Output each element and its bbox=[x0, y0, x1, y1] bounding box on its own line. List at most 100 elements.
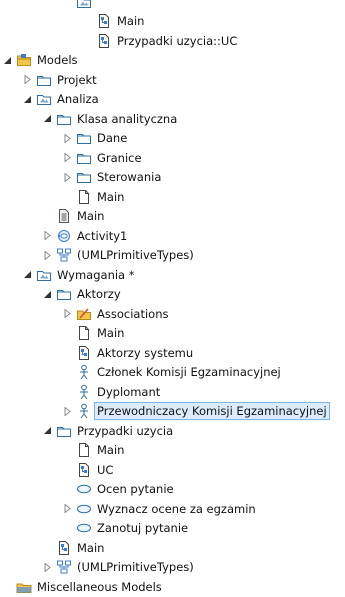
tree-item-main[interactable]: Main bbox=[0, 441, 345, 461]
tree-item-item[interactable] bbox=[0, 0, 345, 12]
tree-item-label: Granice bbox=[97, 150, 142, 165]
tree-item-main[interactable]: Main bbox=[0, 324, 345, 344]
tree-item-main[interactable]: Main bbox=[0, 538, 345, 558]
diagram-icon bbox=[76, 325, 92, 341]
tree-item-label: Associations bbox=[97, 306, 169, 321]
tree-item-granice[interactable]: Granice bbox=[0, 148, 345, 168]
tree-item-ocen-pytanie[interactable]: Ocen pytanie bbox=[0, 480, 345, 500]
diagram-icon bbox=[76, 189, 92, 205]
expanded-arrow-icon[interactable] bbox=[42, 113, 53, 124]
package-icon bbox=[56, 423, 72, 439]
tree-item-main[interactable]: Main bbox=[0, 207, 345, 227]
tree-item-main[interactable]: Main bbox=[0, 12, 345, 32]
diagram-class-icon bbox=[96, 13, 112, 29]
actor-icon bbox=[76, 384, 92, 400]
tree-item-main[interactable]: Main bbox=[0, 187, 345, 207]
tree-item-label: Main bbox=[77, 209, 105, 224]
use-case-icon bbox=[76, 501, 92, 517]
tree-item-klasa-analityczna[interactable]: Klasa analityczna bbox=[0, 109, 345, 129]
tree-item-aktorzy-systemu[interactable]: Aktorzy systemu bbox=[0, 343, 345, 363]
tree-item-label: Analiza bbox=[57, 92, 99, 107]
misc-folder-icon bbox=[16, 579, 32, 595]
tree-item-label: Przypadki uzycia bbox=[77, 423, 174, 438]
collapsed-arrow-icon[interactable] bbox=[42, 230, 53, 241]
expanded-arrow-icon[interactable] bbox=[42, 425, 53, 436]
tree-item-dane[interactable]: Dane bbox=[0, 129, 345, 149]
associations-folder-icon bbox=[76, 306, 92, 322]
expanded-arrow-icon[interactable] bbox=[42, 289, 53, 300]
collapsed-arrow-icon[interactable] bbox=[62, 308, 73, 319]
collapsed-arrow-icon[interactable] bbox=[42, 562, 53, 573]
expanded-arrow-icon[interactable] bbox=[22, 94, 33, 105]
tree-item-label: (UMLPrimitiveTypes) bbox=[77, 248, 194, 263]
tree-item-label: Zanotuj pytanie bbox=[97, 521, 189, 536]
models-folder-icon bbox=[16, 52, 32, 68]
tree-item-cz-onek-komisji-egzaminacyjnej[interactable]: Członek Komisji Egzaminacyjnej bbox=[0, 363, 345, 383]
diagram-class-icon bbox=[76, 345, 92, 361]
package-icon bbox=[76, 130, 92, 146]
expanded-arrow-icon[interactable] bbox=[2, 55, 13, 66]
tree-item-projekt[interactable]: Projekt bbox=[0, 70, 345, 90]
tree-item-label: Dane bbox=[97, 131, 128, 146]
tree-item-label: Activity1 bbox=[77, 228, 128, 243]
tree-item-label: Wyznacz ocene za egzamin bbox=[97, 501, 256, 516]
tree-item-label: Dyplomant bbox=[97, 384, 161, 399]
primitive-types-icon bbox=[56, 559, 72, 575]
tree-item-wymagania[interactable]: Wymagania * bbox=[0, 265, 345, 285]
tree-item-uc[interactable]: UC bbox=[0, 460, 345, 480]
tree-item-label: Klasa analityczna bbox=[77, 111, 178, 126]
diagram-icon bbox=[76, 442, 92, 458]
collapsed-arrow-icon[interactable] bbox=[62, 152, 73, 163]
collapsed-arrow-icon[interactable] bbox=[62, 172, 73, 183]
diagram-class-icon bbox=[76, 462, 92, 478]
collapsed-arrow-icon[interactable] bbox=[22, 74, 33, 85]
tree-item-przypadki-uzycia-uc[interactable]: Przypadki uzycia::UC bbox=[0, 31, 345, 51]
tree-item-zanotuj-pytanie[interactable]: Zanotuj pytanie bbox=[0, 519, 345, 539]
tree-item-przypadki-uzycia[interactable]: Przypadki uzycia bbox=[0, 421, 345, 441]
tree-item-label: Wymagania * bbox=[57, 267, 135, 282]
tree-item-label: Miscellaneous Models bbox=[37, 579, 162, 594]
collapsed-arrow-icon[interactable] bbox=[62, 406, 73, 417]
model-icon bbox=[36, 267, 52, 283]
package-icon bbox=[76, 150, 92, 166]
document-icon bbox=[56, 208, 72, 224]
tree-item-label: Ocen pytanie bbox=[97, 482, 174, 497]
collapsed-arrow-icon[interactable] bbox=[62, 503, 73, 514]
use-case-icon bbox=[76, 520, 92, 536]
diagram-class-icon bbox=[96, 33, 112, 49]
package-icon bbox=[76, 169, 92, 185]
tree-item-label: Main bbox=[117, 14, 145, 29]
package-icon bbox=[36, 72, 52, 88]
expanded-arrow-icon[interactable] bbox=[22, 269, 33, 280]
activity-icon bbox=[56, 228, 72, 244]
tree-item-wyznacz-ocene-za-egzamin[interactable]: Wyznacz ocene za egzamin bbox=[0, 499, 345, 519]
collapsed-arrow-icon[interactable] bbox=[42, 250, 53, 261]
use-case-icon bbox=[76, 481, 92, 497]
tree-item-miscellaneous-models[interactable]: Miscellaneous Models bbox=[0, 577, 345, 597]
tree-item-przewodniczacy-komisji-egzaminacyjnej[interactable]: Przewodniczacy Komisji Egzaminacyjnej bbox=[0, 402, 345, 422]
tree-item-activity1[interactable]: Activity1 bbox=[0, 226, 345, 246]
tree-item-dyplomant[interactable]: Dyplomant bbox=[0, 382, 345, 402]
tree-item-label: Członek Komisji Egzaminacyjnej bbox=[97, 365, 281, 380]
tree-item-sterowania[interactable]: Sterowania bbox=[0, 168, 345, 188]
tree-item-umlprimitivetypes[interactable]: (UMLPrimitiveTypes) bbox=[0, 246, 345, 266]
tree-item-label: Main bbox=[77, 540, 105, 555]
tree-item-models[interactable]: Models bbox=[0, 51, 345, 71]
tree-item-label: Projekt bbox=[57, 72, 97, 87]
tree-item-umlprimitivetypes[interactable]: (UMLPrimitiveTypes) bbox=[0, 558, 345, 578]
tree-item-analiza[interactable]: Analiza bbox=[0, 90, 345, 110]
tree-item-associations[interactable]: Associations bbox=[0, 304, 345, 324]
tree-item-aktorzy[interactable]: Aktorzy bbox=[0, 285, 345, 305]
tree-item-label: Main bbox=[97, 326, 125, 341]
collapsed-arrow-icon[interactable] bbox=[62, 133, 73, 144]
tree-item-label: UC bbox=[97, 462, 114, 477]
